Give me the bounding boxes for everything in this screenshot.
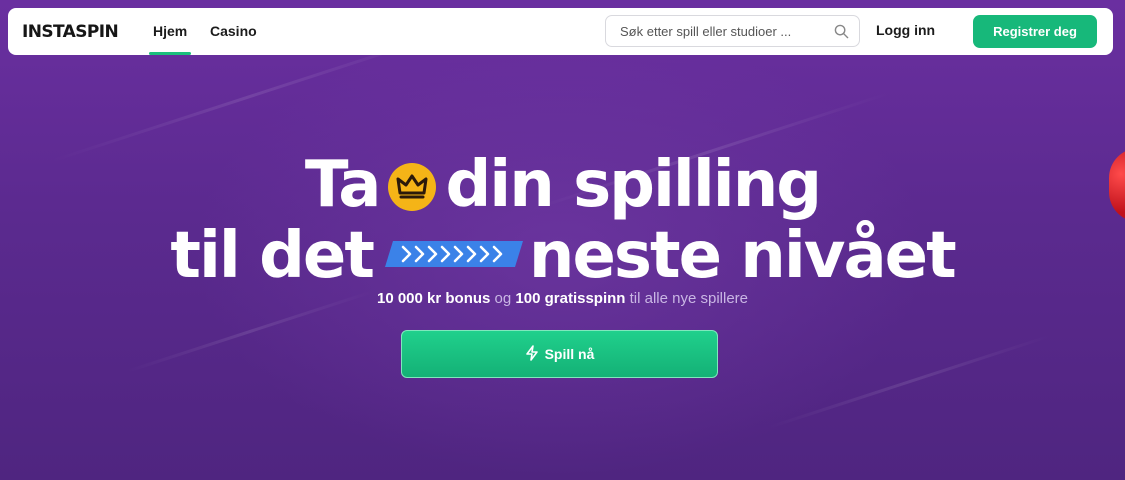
search-box[interactable] xyxy=(605,15,860,47)
headline-word: til det xyxy=(170,219,375,293)
subtitle-rest: til alle nye spillere xyxy=(629,290,749,307)
hero-subtitle: 10 000 kr bonus og 100 gratisspinn til a… xyxy=(0,290,1125,307)
tab-casino[interactable]: Casino xyxy=(210,23,257,39)
free-spins: 100 gratisspinn xyxy=(515,290,626,307)
tab-home[interactable]: Hjem xyxy=(153,23,187,39)
bonus-amount: 10 000 kr bonus xyxy=(376,290,491,307)
register-button[interactable]: Registrer deg xyxy=(973,15,1097,48)
headline-word: din spilling xyxy=(445,148,822,222)
headline-word: neste nivået xyxy=(528,219,957,293)
login-button[interactable]: Logg inn xyxy=(876,22,935,38)
chevrons-icon xyxy=(383,215,525,267)
lightning-icon xyxy=(525,344,539,364)
subtitle-connector: og xyxy=(494,290,512,307)
crown-icon xyxy=(387,156,437,211)
active-tab-indicator xyxy=(149,52,191,55)
headline-word: Ta xyxy=(304,148,382,222)
instaspin-logo[interactable]: INSTASPIN xyxy=(22,22,119,42)
search-icon[interactable] xyxy=(834,24,849,44)
hero-headline-line2: til det neste nivået xyxy=(0,215,1125,291)
hero-headline-line1: Ta din spilling xyxy=(0,150,1125,220)
search-input[interactable] xyxy=(620,22,820,40)
play-now-label: Spill nå xyxy=(544,346,595,362)
play-now-button[interactable]: Spill nå xyxy=(401,330,718,378)
top-navbar: INSTASPIN Hjem Casino Logg inn Registrer… xyxy=(8,8,1113,55)
